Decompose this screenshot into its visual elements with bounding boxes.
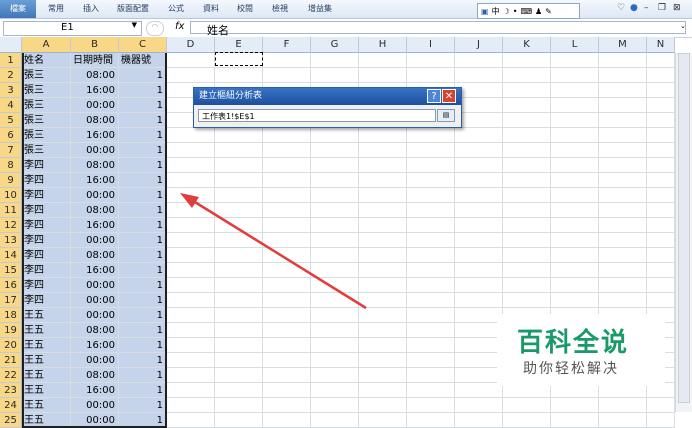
cell-d25[interactable]: [167, 413, 215, 428]
dialog-title: 建立樞紐分析表: [199, 91, 263, 101]
watermark-subtitle: 助你轻松解决: [523, 361, 619, 377]
cell-a25[interactable]: 王五: [22, 413, 71, 428]
range-picker-icon: ▤: [442, 111, 450, 119]
range-reference-input[interactable]: 工作表1!$E$1: [198, 109, 436, 122]
dialog-close-button[interactable]: ✕: [442, 89, 456, 103]
help-button[interactable]: ?: [427, 89, 441, 103]
cell-f25[interactable]: [263, 413, 311, 428]
cell-i25[interactable]: [407, 413, 455, 428]
cell-e25[interactable]: [215, 413, 263, 428]
create-pivottable-dialog: 建立樞紐分析表 ? ✕ 工作表1!$E$1 ▤: [193, 87, 462, 128]
dialog-titlebar[interactable]: 建立樞紐分析表 ? ✕: [194, 88, 461, 105]
scrollbar-thumb[interactable]: [678, 53, 690, 403]
vertical-scrollbar[interactable]: [675, 53, 692, 412]
cell-m25[interactable]: [599, 413, 647, 428]
watermark-logo: 百科全说 助你轻松解决: [497, 314, 665, 386]
cell-n25[interactable]: [647, 413, 675, 428]
cell-b25[interactable]: 00:00: [71, 413, 119, 428]
range-picker-button[interactable]: ▤: [437, 109, 455, 122]
cell-k25[interactable]: [503, 413, 551, 428]
cell-g25[interactable]: [311, 413, 359, 428]
cell-h25[interactable]: [359, 413, 407, 428]
watermark-title: 百科全说: [517, 328, 630, 358]
cell-j25[interactable]: [455, 413, 503, 428]
cell-l25[interactable]: [551, 413, 599, 428]
row-header[interactable]: 25: [0, 413, 22, 428]
cell-c25[interactable]: 1: [119, 413, 167, 428]
